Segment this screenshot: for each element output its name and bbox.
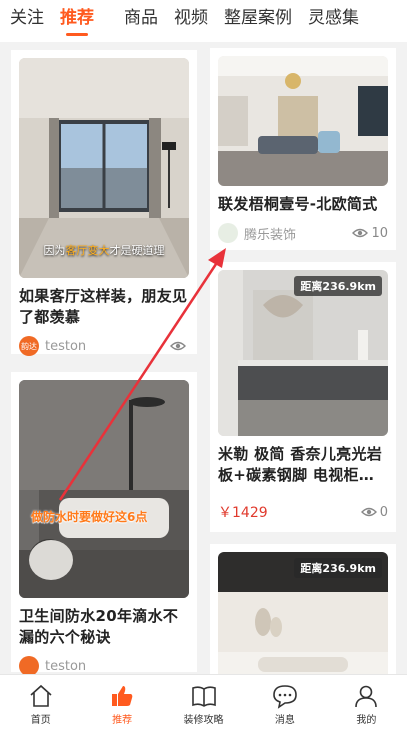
card-meta: 韵达 teston [19, 336, 189, 356]
nav-home[interactable]: 首页 [0, 675, 81, 729]
distance-badge: 距离236.9km [294, 558, 382, 578]
nordic-interior-image [218, 56, 388, 186]
eye-icon [360, 507, 377, 517]
price: ￥1429 [218, 505, 268, 521]
nav-decoration-guide[interactable]: 装修攻略 [163, 675, 244, 729]
tab-videos[interactable]: 视频 [166, 0, 216, 42]
card-image[interactable]: 做防水时要做好这6点 [19, 380, 189, 598]
nav-recommend[interactable]: 推荐 [81, 675, 162, 729]
tab-recommend[interactable]: 推荐 [52, 0, 102, 42]
card-image[interactable]: 距离236.9km [218, 270, 388, 436]
nav-messages[interactable]: 消息 [244, 675, 325, 729]
feed-card-tv-cabinet[interactable]: 距离236.9km 米勒 极简 香奈儿亮光岩板+碳素钢脚 电视柜… ￥1429 … [210, 262, 396, 532]
card-title[interactable]: 联发梧桐壹号-北欧简式 [218, 194, 388, 215]
tab-products[interactable]: 商品 [116, 0, 166, 42]
card-meta: teston [19, 656, 189, 676]
distance-badge: 距离236.9km [294, 276, 382, 296]
tab-inspiration[interactable]: 灵感集 [300, 0, 367, 42]
feed-card-living-room[interactable]: 因为客厅变大才是硬道理 如果客厅这样装，朋友见了都羡慕 韵达 teston [11, 50, 197, 356]
card-title[interactable]: 米勒 极简 香奈儿亮光岩板+碳素钢脚 电视柜… [218, 444, 388, 486]
card-title[interactable]: 卫生间防水20年滴水不漏的六个秘诀 [19, 606, 189, 648]
image-caption: 因为客厅变大才是硬道理 [43, 244, 165, 257]
feed-card-bathroom[interactable]: 做防水时要做好这6点 卫生间防水20年滴水不漏的六个秘诀 teston [11, 372, 197, 676]
eye-icon [170, 341, 186, 351]
feed-column-right: 联发梧桐壹号-北欧简式 腾乐装饰 10 距离236.9km 米勒 极简 香奈儿亮… [210, 48, 396, 682]
thumb-up-icon [112, 686, 133, 706]
image-caption: 做防水时要做好这6点 [31, 510, 148, 524]
feed-card-nordic-case[interactable]: 联发梧桐壹号-北欧简式 腾乐装饰 10 [210, 48, 396, 250]
card-meta: ￥1429 0 [218, 502, 388, 522]
bottom-nav: 首页 推荐 装修攻略 消息 我的 [0, 674, 407, 729]
card-image[interactable]: 距离236.9km [218, 552, 388, 682]
nav-profile[interactable]: 我的 [326, 675, 407, 729]
category-tabs: 关注 推荐 商品 视频 整屋案例 灵感集 [0, 0, 407, 42]
author-name[interactable]: teston [45, 339, 86, 354]
book-icon [191, 686, 216, 707]
feed-column-left: 因为客厅变大才是硬道理 如果客厅这样装，朋友见了都羡慕 韵达 teston 做防… [11, 50, 197, 676]
card-meta: 腾乐装饰 10 [218, 223, 388, 243]
author-name[interactable]: teston [45, 659, 86, 674]
avatar[interactable] [19, 656, 39, 676]
card-title[interactable]: 如果客厅这样装，朋友见了都羡慕 [19, 286, 189, 328]
avatar[interactable] [218, 223, 238, 243]
card-image[interactable] [218, 56, 388, 186]
avatar[interactable]: 韵达 [19, 336, 39, 356]
feed-card-cabinet[interactable]: 距离236.9km [210, 544, 396, 682]
view-count: 0 [360, 505, 388, 520]
tab-whole-house-cases[interactable]: 整屋案例 [216, 0, 300, 42]
home-icon [30, 684, 52, 707]
card-image[interactable]: 因为客厅变大才是硬道理 [19, 58, 189, 278]
message-icon [273, 685, 297, 709]
author-name[interactable]: 腾乐装饰 [244, 224, 296, 243]
view-count [170, 340, 189, 352]
eye-icon [352, 228, 369, 238]
user-icon [355, 685, 378, 708]
view-count: 10 [352, 226, 388, 241]
bathroom-image [19, 380, 189, 598]
tab-follow[interactable]: 关注 [0, 0, 52, 42]
